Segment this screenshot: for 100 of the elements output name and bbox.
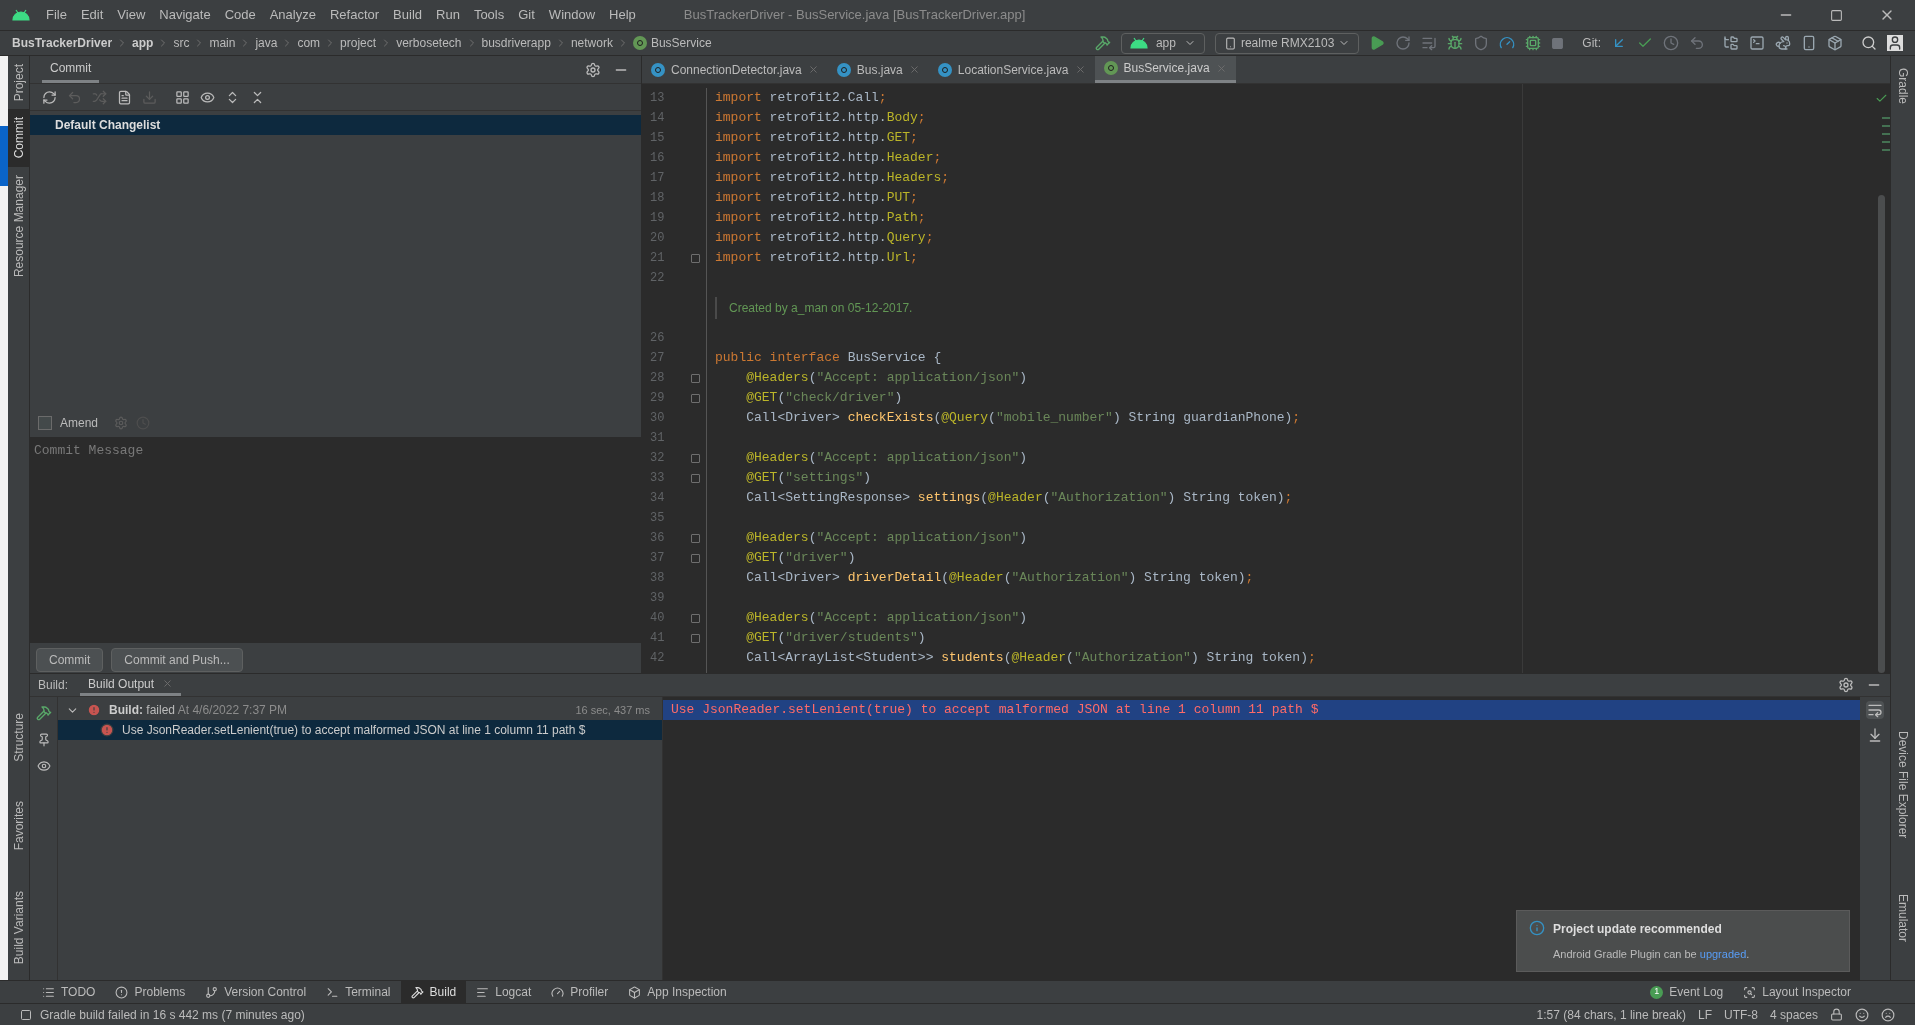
breadcrumb-item[interactable]: src <box>173 34 190 52</box>
tool-window-tab[interactable]: Device File Explorer <box>1891 722 1915 846</box>
breadcrumb-item[interactable]: com <box>297 34 321 52</box>
panel-tab[interactable]: Build Output <box>80 674 182 696</box>
tool-window-button[interactable]: Build <box>400 980 467 1004</box>
search-icon[interactable] <box>1861 35 1877 51</box>
fold-marker[interactable] <box>691 473 700 483</box>
pin-icon[interactable] <box>36 733 51 747</box>
smile-icon[interactable] <box>1855 1007 1869 1022</box>
settings-icon[interactable] <box>585 61 601 78</box>
breadcrumb-item[interactable]: app <box>132 34 154 52</box>
scrollbar[interactable] <box>1877 195 1885 673</box>
menu-item[interactable]: View <box>117 5 146 25</box>
tool-window-tab[interactable]: Build Variants <box>8 882 29 972</box>
commit-message-field[interactable]: Commit Message <box>30 437 641 643</box>
lock-icon[interactable] <box>1830 1008 1843 1021</box>
line-separator[interactable]: LF <box>1697 1005 1712 1024</box>
tool-window-tab[interactable]: Favorites <box>8 793 29 859</box>
menu-item[interactable]: Code <box>224 5 256 25</box>
phone-icon[interactable] <box>1801 35 1817 51</box>
tool-window-button[interactable]: Layout Inspector <box>1743 983 1851 1001</box>
tool-window-button[interactable]: Logcat <box>466 980 542 1004</box>
breadcrumb-item[interactable]: project <box>340 34 377 52</box>
breadcrumb-item[interactable]: network <box>570 34 613 52</box>
menu-item[interactable]: Window <box>548 5 596 25</box>
editor-tab[interactable]: Bus.java <box>827 56 929 83</box>
fold-marker[interactable] <box>691 553 700 563</box>
editor-tab[interactable]: ConnectionDetector.java <box>642 56 828 83</box>
menu-item[interactable]: Run <box>436 5 460 25</box>
chip-icon[interactable] <box>1525 35 1542 51</box>
indent-setting[interactable]: 4 spaces <box>1769 1005 1818 1024</box>
amend-checkbox[interactable] <box>38 416 52 430</box>
fold-marker[interactable] <box>691 393 700 403</box>
tool-window-button[interactable]: Terminal <box>316 980 401 1004</box>
commit-button[interactable]: Commit <box>36 648 104 672</box>
commit-button[interactable]: Commit and Push... <box>111 648 243 672</box>
file-encoding[interactable]: UTF-8 <box>1723 1005 1758 1024</box>
menu-item[interactable]: Refactor <box>329 5 380 25</box>
fold-marker[interactable] <box>691 533 700 543</box>
maximize-icon[interactable] <box>1830 8 1843 22</box>
rollback-icon[interactable] <box>1689 35 1705 51</box>
refresh-icon[interactable] <box>42 89 57 105</box>
bug-icon[interactable] <box>1447 35 1464 51</box>
eye-icon[interactable] <box>36 759 51 773</box>
group-icon[interactable] <box>175 89 190 105</box>
menu-item[interactable]: Git <box>518 5 535 25</box>
shield-icon[interactable] <box>1473 35 1490 51</box>
changelist-row[interactable]: Default Changelist <box>30 115 641 135</box>
hammer-icon[interactable] <box>1094 35 1111 51</box>
tool-window-button[interactable]: Problems <box>105 980 196 1004</box>
build-tree-row[interactable]: Build: failed At 4/6/2022 7:37 PM 16 sec, 437 ms <box>58 700 662 720</box>
menu-item[interactable]: Analyze <box>269 5 316 25</box>
tool-window-button[interactable]: TODO <box>32 980 106 1004</box>
fold-marker[interactable] <box>691 373 700 383</box>
tool-window-button[interactable]: App Inspection <box>618 980 737 1004</box>
folder-icon[interactable] <box>1723 35 1739 51</box>
animal-icon[interactable] <box>1775 35 1791 51</box>
fold-marker[interactable] <box>691 633 700 643</box>
fold-marker[interactable] <box>691 613 700 623</box>
tool-window-button[interactable]: Version Control <box>195 980 317 1004</box>
editor-tab[interactable]: LocationService.java <box>928 56 1095 83</box>
fold-marker[interactable] <box>691 453 700 463</box>
run-config-dropdown[interactable]: app <box>1120 32 1205 54</box>
tool-window-tab[interactable]: Project <box>8 56 29 110</box>
menu-item[interactable]: Help <box>609 5 636 25</box>
tool-window-tab[interactable]: Gradle <box>1891 60 1915 113</box>
tool-window-tab[interactable]: Resource Manager <box>8 166 29 285</box>
breadcrumb-item[interactable]: BusService <box>650 34 712 52</box>
hammer-icon[interactable] <box>35 705 52 721</box>
breadcrumb-item[interactable]: main <box>209 34 236 52</box>
menu-item[interactable]: Tools <box>473 5 505 25</box>
tool-window-tab[interactable]: Commit <box>8 109 29 167</box>
device-dropdown[interactable]: realme RMX2103 <box>1214 32 1360 54</box>
editor-tab[interactable]: BusService.java <box>1094 56 1236 83</box>
changelist-icon[interactable] <box>117 89 132 105</box>
stop-icon[interactable] <box>1551 36 1565 50</box>
menu-item[interactable]: File <box>46 5 67 25</box>
breadcrumb-item[interactable]: BusTrackerDriver <box>12 34 113 52</box>
scroll-to-end-icon[interactable] <box>1867 727 1883 743</box>
tool-window-tab[interactable]: Structure <box>8 704 29 770</box>
rerun-icon[interactable] <box>1395 35 1412 51</box>
build-tree-row[interactable]: Use JsonReader.setLenient(true) to accept malformed JSON at line 1 column 11 path $ <box>58 720 662 740</box>
package-icon[interactable] <box>1827 35 1843 51</box>
tool-window-button[interactable]: 1 Event Log <box>1650 983 1724 1001</box>
eye-icon[interactable] <box>200 89 215 105</box>
fold-marker[interactable] <box>691 253 700 263</box>
breadcrumb-item[interactable]: verbosetech <box>396 34 462 52</box>
tool-window-tab[interactable]: Emulator <box>1891 885 1915 950</box>
menu-item[interactable]: Navigate <box>159 5 211 25</box>
run-icon[interactable] <box>1369 35 1386 51</box>
panel-tab[interactable]: Commit <box>42 56 100 83</box>
settings-icon[interactable] <box>1838 677 1854 693</box>
soft-wrap-icon[interactable] <box>1866 701 1884 719</box>
user-icon[interactable] <box>1887 35 1903 51</box>
terminal-icon[interactable] <box>1749 35 1765 51</box>
history-icon[interactable] <box>1663 35 1679 51</box>
breadcrumb-item[interactable]: java <box>255 34 278 52</box>
frown-icon[interactable] <box>1881 1007 1895 1022</box>
tool-window-button[interactable]: Profiler <box>541 980 619 1004</box>
breadcrumb-item[interactable]: busdriverapp <box>481 34 551 52</box>
